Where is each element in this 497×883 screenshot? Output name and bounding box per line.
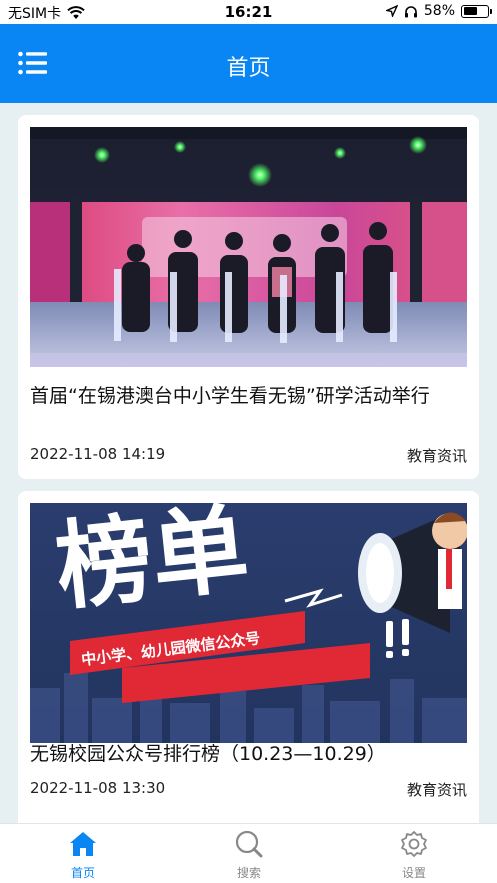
article-category: 教育资讯: [406, 447, 467, 465]
battery-percent: 58%: [423, 3, 455, 19]
article-image: [30, 127, 467, 367]
home-icon: [70, 832, 96, 856]
location-arrow-icon: [385, 5, 398, 17]
tab-label: 设置: [401, 866, 426, 880]
article-card[interactable]: 首届“在锡港澳台中小学生看无锡”研学活动举行 2022-11-08 14:19 …: [18, 115, 479, 479]
headphones-icon: [404, 5, 417, 17]
status-right: 58%: [385, 3, 492, 19]
article-date: 2022-11-08 14:19: [30, 445, 166, 463]
search-icon: [235, 830, 263, 858]
article-feed[interactable]: 首届“在锡港澳台中小学生看无锡”研学活动举行 2022-11-08 14:19 …: [0, 103, 497, 823]
battery-fill: [463, 7, 477, 15]
battery-icon: [461, 4, 492, 18]
status-bar: 无SIM卡 16:21 58%: [0, 0, 497, 24]
app-header: 首页: [0, 24, 497, 103]
menu-button[interactable]: [18, 51, 48, 75]
banner-headline: 榜单: [51, 503, 254, 624]
article-card[interactable]: 中小学、幼儿园微信公众号 榜单 无锡校园公众号排行榜（10.23—10.29） …: [18, 491, 479, 823]
article-title: 首届“在锡港澳台中小学生看无锡”研学活动举行: [30, 385, 430, 407]
article-title: 无锡校园公众号排行榜（10.23—10.29）: [30, 743, 386, 765]
tab-settings[interactable]: 设置: [374, 830, 454, 881]
tab-search[interactable]: 搜索: [209, 830, 289, 881]
tab-home[interactable]: 首页: [43, 830, 123, 881]
tab-label: 首页: [70, 866, 95, 880]
tab-label: 搜索: [236, 866, 261, 880]
article-image: 中小学、幼儿园微信公众号 榜单: [30, 503, 467, 743]
bottom-tab-bar: 首页 搜索 设置: [0, 823, 497, 883]
gear-icon: [401, 831, 427, 857]
article-category: 教育资讯: [406, 781, 467, 799]
page-title: 首页: [226, 56, 271, 81]
article-date: 2022-11-08 13:30: [30, 779, 166, 797]
list-menu-icon: [18, 51, 47, 75]
